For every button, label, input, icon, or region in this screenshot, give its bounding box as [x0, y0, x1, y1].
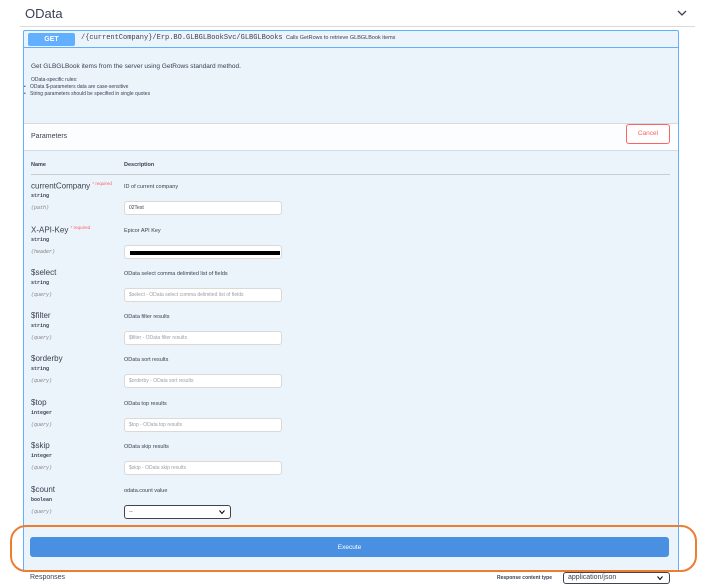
description-text: Get GLBGLBook items from the server usin…	[31, 63, 241, 70]
param-name: currentCompany * required	[31, 181, 112, 191]
response-content-type-label: Response content type	[497, 575, 553, 581]
operation-block: GET /{currentCompany}/Erp.BO.GLBGLBookSv…	[23, 30, 679, 584]
responses-header: Responses Response content type applicat…	[23, 572, 679, 584]
param-location: (query)	[31, 292, 53, 298]
section-title: OData	[25, 6, 63, 21]
param-description: OData top results	[124, 401, 167, 407]
param-description: OData sort results	[124, 357, 169, 363]
param-location: (path)	[31, 205, 50, 211]
parameters-table: Name Description currentCompany * requir…	[24, 152, 678, 525]
param-row-currentcompany: currentCompany * required string (path) …	[31, 181, 671, 221]
rule-item: OData $-parameters data are case-sensiti…	[24, 84, 150, 91]
param-type: boolean	[31, 497, 53, 503]
redacted-value	[130, 251, 280, 255]
param-name: $filter	[31, 311, 51, 320]
param-description: OData skip results	[124, 444, 169, 450]
parameters-title: Parameters	[31, 133, 68, 140]
required-marker: * required	[92, 181, 112, 186]
count-select[interactable]: --	[124, 505, 231, 519]
operation-summary[interactable]: GET /{currentCompany}/Erp.BO.GLBGLBookSv…	[24, 31, 678, 48]
param-name: $count	[31, 485, 56, 494]
cancel-button[interactable]: Cancel	[626, 124, 670, 144]
currentcompany-input[interactable]: 02Test	[124, 201, 282, 215]
param-location: (query)	[31, 378, 53, 384]
param-type: string	[31, 237, 50, 243]
param-type: integer	[31, 410, 53, 416]
operation-path: /{currentCompany}/Erp.BO.GLBGLBookSvc/GL…	[81, 34, 283, 42]
response-content-type-value: application/json	[568, 574, 617, 581]
param-description: OData filter results	[124, 314, 170, 320]
operation-description: Get GLBGLBook items from the server usin…	[24, 49, 678, 123]
param-name: $orderby	[31, 354, 63, 363]
filter-input[interactable]: $filter - OData filter results	[124, 331, 282, 345]
param-description: odata.count value	[124, 488, 168, 494]
chevron-down-icon[interactable]	[675, 6, 689, 20]
rules-heading: OData-specific rules:	[31, 77, 78, 83]
param-row-skip: $skip integer (query) OData skip results…	[31, 441, 671, 481]
param-row-x-api-key: X-API-Key * required string (header) Epi…	[31, 225, 671, 265]
x-api-key-input[interactable]	[124, 245, 282, 259]
required-marker: * required	[70, 225, 91, 230]
param-name: $select	[31, 268, 57, 277]
column-header-name: Name	[31, 162, 46, 168]
top-input[interactable]: $top - OData top results	[124, 418, 282, 432]
param-location: (query)	[31, 422, 53, 428]
param-description: Epicor API Key	[124, 228, 161, 234]
select-input[interactable]: $select - OData select comma delimited l…	[124, 288, 282, 302]
rules-list: OData $-parameters data are case-sensiti…	[24, 84, 150, 98]
param-row-top: $top integer (query) OData top results $…	[31, 398, 671, 438]
param-name: $skip	[31, 441, 50, 450]
param-location: (query)	[31, 465, 53, 471]
responses-title: Responses	[30, 574, 66, 581]
param-description: ID of current company	[124, 184, 179, 190]
column-header-description: Description	[124, 162, 155, 168]
chevron-down-icon	[219, 510, 225, 515]
param-row-filter: $filter string (query) OData filter resu…	[31, 311, 671, 351]
param-location: (header)	[31, 249, 56, 255]
param-location: (query)	[31, 509, 53, 515]
param-row-orderby: $orderby string (query) OData sort resul…	[31, 354, 671, 394]
param-type: string	[31, 366, 50, 372]
method-badge: GET	[28, 33, 75, 46]
odata-section-header[interactable]: OData	[20, 0, 695, 27]
orderby-input[interactable]: $orderby - OData sort results	[124, 374, 282, 388]
param-row-select: $select string (query) OData select comm…	[31, 268, 671, 308]
operation-summary-text: Calls GetRows to retrieve GLBGLBook item…	[286, 35, 396, 41]
response-content-type-select[interactable]: application/json	[563, 572, 670, 584]
param-name: $top	[31, 398, 47, 407]
rule-item: String parameters should be specified in…	[24, 91, 150, 98]
execute-button[interactable]: Execute	[30, 537, 669, 557]
skip-input[interactable]: $skip - OData skip results	[124, 461, 282, 475]
param-type: string	[31, 280, 50, 286]
param-location: (query)	[31, 335, 53, 341]
param-description: OData select comma delimited list of fie…	[124, 271, 228, 277]
param-row-count: $count boolean (query) odata.count value…	[31, 485, 671, 525]
count-select-value: --	[129, 509, 133, 515]
chevron-down-icon	[657, 576, 663, 581]
param-name: X-API-Key * required	[31, 225, 91, 235]
param-type: string	[31, 323, 50, 329]
param-type: integer	[31, 453, 53, 459]
parameters-header: Parameters Cancel	[24, 123, 678, 151]
param-type: string	[31, 193, 50, 199]
header-divider	[31, 174, 670, 175]
